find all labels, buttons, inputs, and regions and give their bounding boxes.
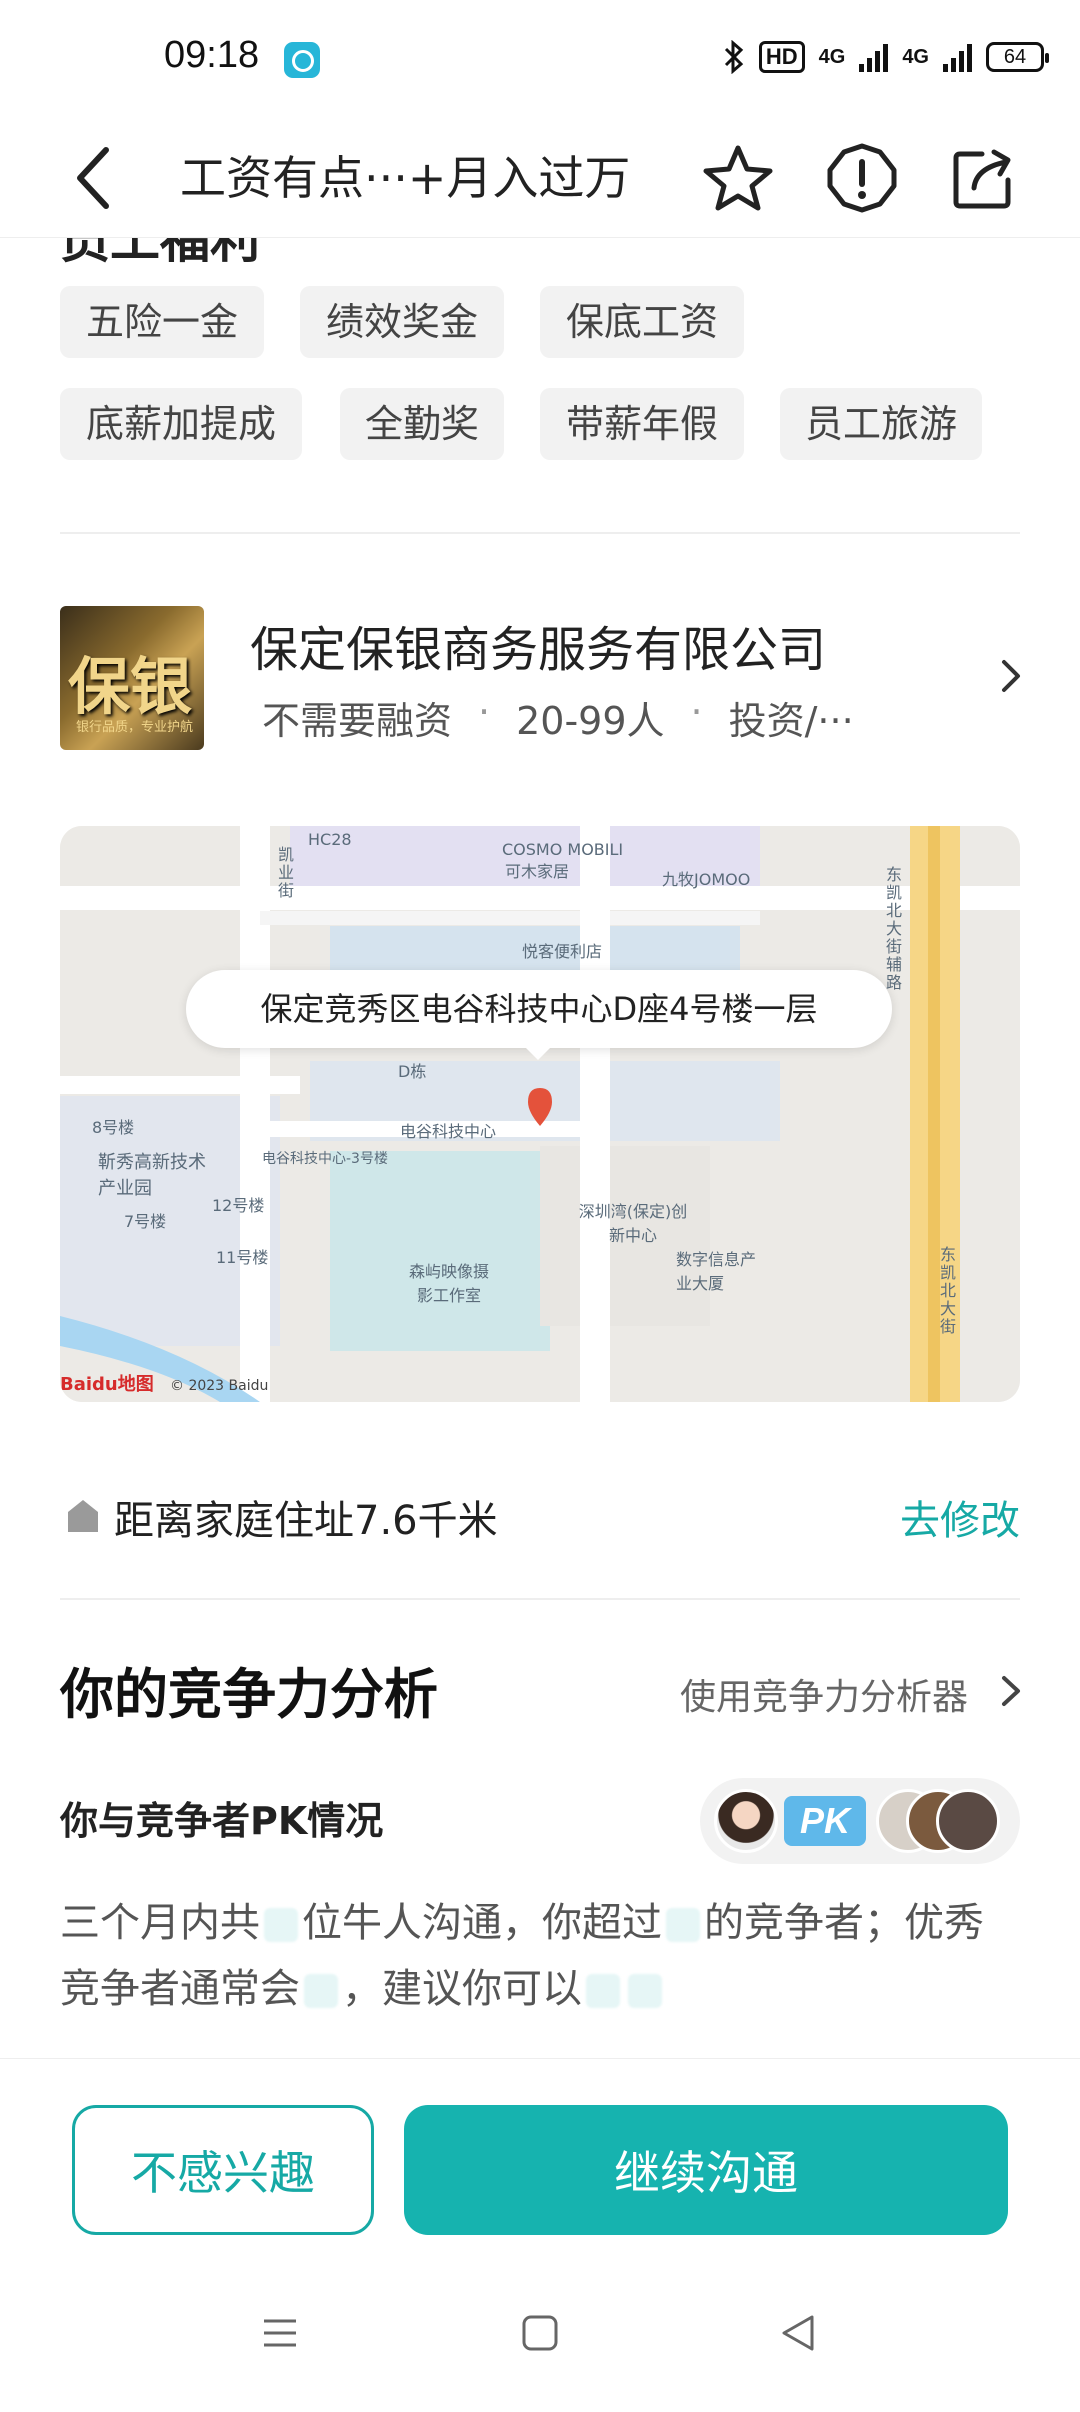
pk-label: 你与竞争者PK情况 [60,1799,384,1843]
competitiveness-tool-link[interactable]: 使用竞争力分析器 [680,1668,968,1720]
divider [60,532,1020,534]
pk-badge: PK [784,1796,866,1846]
divider [60,1598,1020,1600]
pk-desc-text: 位牛人沟通，你超过 [302,1900,662,1946]
status-time: 09:18 [164,34,260,76]
location-map[interactable]: HC28 COSMO MOBILI 可木家居 九牧JOMOO 凯业街 悦客便利店… [60,826,1020,1402]
map-label: 12号楼 [212,1196,265,1215]
map-label: 九牧JOMOO [662,870,751,889]
network-label-2: 4G [902,45,929,68]
company-logo: 保银 银行品质，专业护航 [60,606,204,750]
app-notification-icon [284,42,320,78]
company-logo-text: 保银 [68,650,193,723]
company-meta: 不需要融资 · 20-99人 · 投资/··· [262,690,962,745]
signal-icon-1 [859,42,889,72]
map-label: 凯业街 [278,845,295,900]
map-label: HC28 [308,830,352,849]
benefit-tag: 全勤奖 [340,388,504,460]
network-label-1: 4G [818,45,846,68]
map-label: 数字信息产业大厦 [676,1250,757,1293]
home-distance: 距离家庭住址7.6千米 [114,1498,498,1544]
warning-icon [827,143,897,213]
company-financing: 不需要融资 [262,699,453,743]
meta-separator: · [478,690,491,734]
map-copyright: © 2023 Baidu [170,1378,269,1394]
company-logo-subtext: 银行品质，专业护航 [76,720,194,735]
triangle-back-icon [782,2315,814,2351]
meta-separator: · [690,690,703,734]
blurred-value [264,1908,298,1942]
map-label: 电谷科技中心 [400,1122,497,1141]
battery-icon: 64 [986,42,1049,72]
map-base [60,826,1020,1402]
system-nav-bar [0,2258,1080,2412]
company-industry: 投资/··· [728,699,854,743]
continue-chat-button[interactable]: 继续沟通 [404,2105,1008,2235]
pk-desc-text: 三个月内共 [60,1900,260,1946]
map-label: 东凯北大街辅路 [886,865,903,992]
map-label: 悦客便利店 [522,942,603,961]
map-label: 8号楼 [92,1118,135,1137]
map-address-bubble: 保定竞秀区电谷科技中心D座4号楼一层 [186,970,892,1060]
report-button[interactable] [822,138,902,218]
map-label: 靳秀高新技术产业园 [98,1152,206,1199]
pk-summary[interactable]: PK [700,1778,1020,1864]
back-button[interactable] [66,140,130,216]
baidu-map-logo: Baidu地图 [60,1374,154,1395]
menu-icon [264,2319,296,2347]
distance-row: 距离家庭住址7.6千米 去修改 [60,1480,1020,1550]
blurred-value [304,1974,338,2008]
signal-icon-2 [943,42,972,72]
home-icon [68,1500,98,1532]
benefit-tag: 绩效奖金 [300,286,504,358]
hd-badge: HD [758,41,805,73]
map-label: 7号楼 [124,1212,167,1231]
pk-desc-text: ，建议你可以 [342,1966,582,2012]
map-label: 电谷科技中心-3号楼 [262,1151,388,1167]
benefit-tag: 保底工资 [540,286,744,358]
job-title: 工资有点···+月入过万 [180,151,631,205]
blurred-value [666,1908,700,1942]
map-label: 可木家居 [505,862,570,881]
top-nav-bar: 工资有点···+月入过万 [0,118,1080,238]
map-label: 深圳湾(保定)创新中心 [578,1202,688,1245]
blurred-value [628,1974,662,2008]
avatar [714,1789,778,1853]
pk-description: 三个月内共 位牛人沟通，你超过 的竞争者；优秀竞争者通常会 ，建议你可以 [60,1890,1020,2022]
back-icon [77,147,109,209]
map-label: 森屿映像摄影工作室 [408,1262,489,1305]
status-indicators: HD 4G 4G 64 [723,40,1049,74]
menu-nav-button[interactable] [240,2298,320,2368]
map-label: COSMO MOBILI [502,840,624,859]
benefit-tag: 五险一金 [60,286,264,358]
benefit-tag: 带薪年假 [540,388,744,460]
back-nav-button[interactable] [758,2298,838,2368]
star-icon [703,145,773,211]
action-bar: 不感兴趣 继续沟通 [0,2058,1080,2258]
competitiveness-title: 你的竞争力分析 [60,1663,438,1726]
chevron-right-icon[interactable] [998,1672,1024,1710]
bluetooth-icon [724,40,744,74]
benefit-tag: 底薪加提成 [60,388,302,460]
edit-home-link[interactable]: 去修改 [900,1488,1020,1546]
share-icon [953,149,1011,209]
competitor-avatar [936,1789,1000,1853]
home-nav-button[interactable] [500,2298,580,2368]
not-interested-button[interactable]: 不感兴趣 [72,2105,374,2235]
company-size: 20-99人 [516,699,665,743]
battery-level: 64 [1003,45,1027,68]
blurred-value [586,1974,620,2008]
status-bar: 09:18 HD 4G 4G 64 [0,0,1080,118]
square-icon [522,2315,558,2351]
benefit-tag: 员工旅游 [780,388,982,460]
favorite-button[interactable] [698,138,778,218]
share-button[interactable] [944,138,1024,218]
company-name: 保定保银商务服务有限公司 [250,622,827,678]
map-label: D栋 [398,1062,427,1081]
chevron-right-icon [1002,660,1020,692]
map-label: 东凯北大街 [940,1245,957,1336]
map-label: 11号楼 [216,1248,269,1267]
